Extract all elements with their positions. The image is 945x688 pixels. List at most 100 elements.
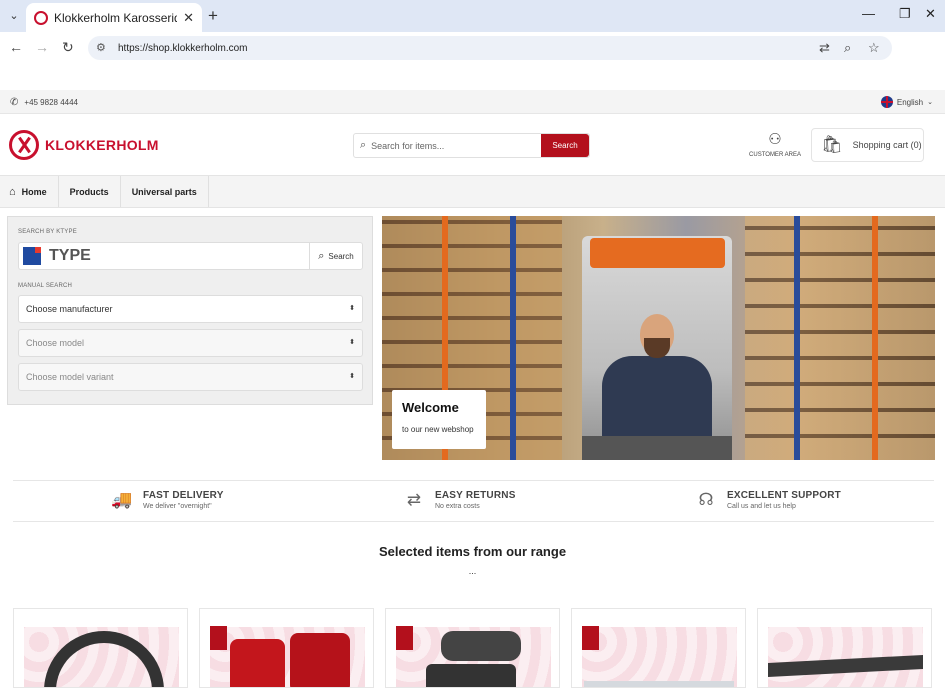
shelf-beam (872, 216, 878, 460)
product-card[interactable] (199, 608, 374, 688)
nav-home[interactable]: ⌂ Home (0, 176, 59, 207)
feature-fast-delivery: 🚚 FAST DELIVERY We deliver "overnight" (111, 489, 224, 511)
shelf-beam (794, 216, 800, 460)
product-part-shape (441, 631, 521, 661)
back-icon[interactable]: ← (9, 39, 23, 55)
search-icon: ⌕ (318, 249, 325, 262)
search-form: ⌕ Search for items... Search (353, 133, 590, 158)
language-selector[interactable]: English ⌄ (880, 96, 933, 108)
user-icon: ⚇ (768, 131, 782, 148)
translate-icon[interactable]: ⇄ (819, 40, 830, 56)
model-variant-value: Choose model variant (26, 372, 114, 382)
ktype-search-label: Search (328, 251, 354, 261)
customer-area-label: CUSTOMER AREA (749, 152, 801, 158)
product-part-shape (290, 633, 350, 687)
vehicle-search-panel: SEARCH BY KTYPE TYPE ⌕ Search MANUAL SEA… (7, 216, 373, 405)
main-nav: ⌂ Home Products Universal parts (0, 176, 945, 208)
select-arrows-icon: ⬍ (349, 373, 355, 380)
support-headset-icon: ☊ (698, 490, 714, 509)
product-card[interactable] (757, 608, 932, 688)
truck-icon: 🚚 (111, 490, 133, 509)
ktype-label: SEARCH BY KTYPE (18, 229, 77, 235)
ktype-placeholder: TYPE (49, 247, 91, 264)
forklift-top (590, 238, 725, 268)
nav-products-label: Products (69, 186, 109, 197)
forward-icon[interactable]: → (35, 39, 49, 55)
logo-mark-icon (9, 130, 39, 160)
browser-tab[interactable]: Klokkerholm Karosseridele - Fa ✕ (26, 3, 202, 32)
features-bar: 🚚 FAST DELIVERY We deliver "overnight" ⇄… (13, 480, 934, 522)
logo-text: KLOKKERHOLM (45, 137, 159, 153)
klokkerholm-badge-icon (396, 626, 413, 650)
shelf-beam (510, 216, 516, 460)
manual-search-label: MANUAL SEARCH (18, 283, 73, 289)
customer-area-link[interactable]: ⚇ CUSTOMER AREA (746, 131, 804, 158)
feature-title: FAST DELIVERY (143, 490, 224, 501)
welcome-card: Welcome to our new webshop (392, 390, 486, 449)
browser-toolbar: ← → ↻ ⚙ https://shop.klokkerholm.com ⇄ ⌕… (0, 32, 945, 62)
select-arrows-icon: ⬍ (349, 305, 355, 312)
ktype-input[interactable]: TYPE ⌕ Search (18, 242, 363, 270)
product-card[interactable] (385, 608, 560, 688)
select-arrows-icon: ⬍ (349, 339, 355, 346)
returns-arrows-icon: ⇄ (406, 490, 422, 509)
model-value: Choose model (26, 338, 85, 348)
product-card[interactable] (571, 608, 746, 688)
feature-subtitle: No extra costs (435, 503, 480, 510)
phone-link[interactable]: ✆ +45 9828 4444 (10, 97, 78, 108)
tab-list-icon[interactable]: ⌄ (4, 5, 24, 25)
product-part-shape (426, 664, 516, 687)
product-card[interactable] (13, 608, 188, 688)
reload-icon[interactable]: ↻ (62, 39, 74, 56)
uk-flag-icon (880, 96, 893, 108)
welcome-title: Welcome (402, 400, 459, 415)
product-image (582, 627, 737, 687)
product-part-shape (230, 639, 285, 687)
feature-subtitle: We deliver "overnight" (143, 503, 212, 510)
ktype-search-button[interactable]: ⌕ Search (309, 243, 362, 269)
feature-easy-returns: ⇄ EASY RETURNS No extra costs (403, 489, 516, 511)
nav-universal-parts[interactable]: Universal parts (121, 176, 209, 207)
cart-label: Shopping cart (0) (852, 140, 922, 150)
manufacturer-select[interactable]: Choose manufacturer ⬍ (18, 295, 363, 323)
klokkerholm-badge-icon (210, 626, 227, 650)
nav-universal-label: Universal parts (131, 186, 197, 197)
search-button[interactable]: Search (541, 134, 589, 157)
browser-tab-bar: ⌄ Klokkerholm Karosseridele - Fa ✕ + — ❐… (0, 0, 945, 32)
zoom-icon[interactable]: ⌕ (844, 40, 851, 56)
welcome-subtitle: to our new webshop (402, 425, 474, 434)
phone-number: +45 9828 4444 (24, 98, 78, 107)
nav-home-label: Home (21, 186, 47, 197)
model-select[interactable]: Choose model ⬍ (18, 329, 363, 357)
restore-icon[interactable]: ❐ (899, 6, 911, 22)
chevron-down-icon: ⌄ (927, 99, 933, 106)
bookmark-star-icon[interactable]: ☆ (868, 40, 880, 56)
close-icon[interactable]: ✕ (183, 10, 194, 26)
logo[interactable]: KLOKKERHOLM (9, 130, 159, 160)
minimize-icon[interactable]: — (862, 6, 875, 21)
forklift-console (582, 436, 732, 460)
search-input[interactable]: ⌕ Search for items... (354, 134, 541, 157)
warehouse-shelves-right (745, 216, 935, 460)
search-placeholder: Search for items... (371, 140, 445, 151)
model-variant-select[interactable]: Choose model variant ⬍ (18, 363, 363, 391)
range-title: Selected items from our range (378, 544, 567, 559)
url-text: https://shop.klokkerholm.com (118, 42, 248, 54)
range-dots: ... (468, 566, 477, 576)
feature-subtitle: Call us and let us help (727, 503, 796, 510)
search-icon: ⌕ (360, 139, 367, 151)
feature-title: EASY RETURNS (435, 490, 516, 501)
close-window-icon[interactable]: ✕ (925, 6, 936, 22)
nav-products[interactable]: Products (59, 176, 121, 207)
contact-strip: ✆ +45 9828 4444 English ⌄ (0, 90, 945, 114)
worker-body (602, 356, 712, 446)
new-tab-icon[interactable]: + (208, 6, 218, 26)
address-bar[interactable]: ⚙ https://shop.klokkerholm.com ⇄ ⌕ ☆ (88, 36, 892, 60)
site-info-icon[interactable]: ⚙ (96, 41, 106, 54)
feature-excellent-support: ☊ EXCELLENT SUPPORT Call us and let us h… (695, 489, 841, 511)
feature-title: EXCELLENT SUPPORT (727, 490, 841, 501)
klokkerholm-badge-icon (582, 626, 599, 650)
tecdoc-icon (23, 247, 41, 265)
shopping-cart-button[interactable]: 🛍 Shopping cart (0) (811, 128, 924, 162)
manufacturer-value: Choose manufacturer (26, 304, 113, 314)
